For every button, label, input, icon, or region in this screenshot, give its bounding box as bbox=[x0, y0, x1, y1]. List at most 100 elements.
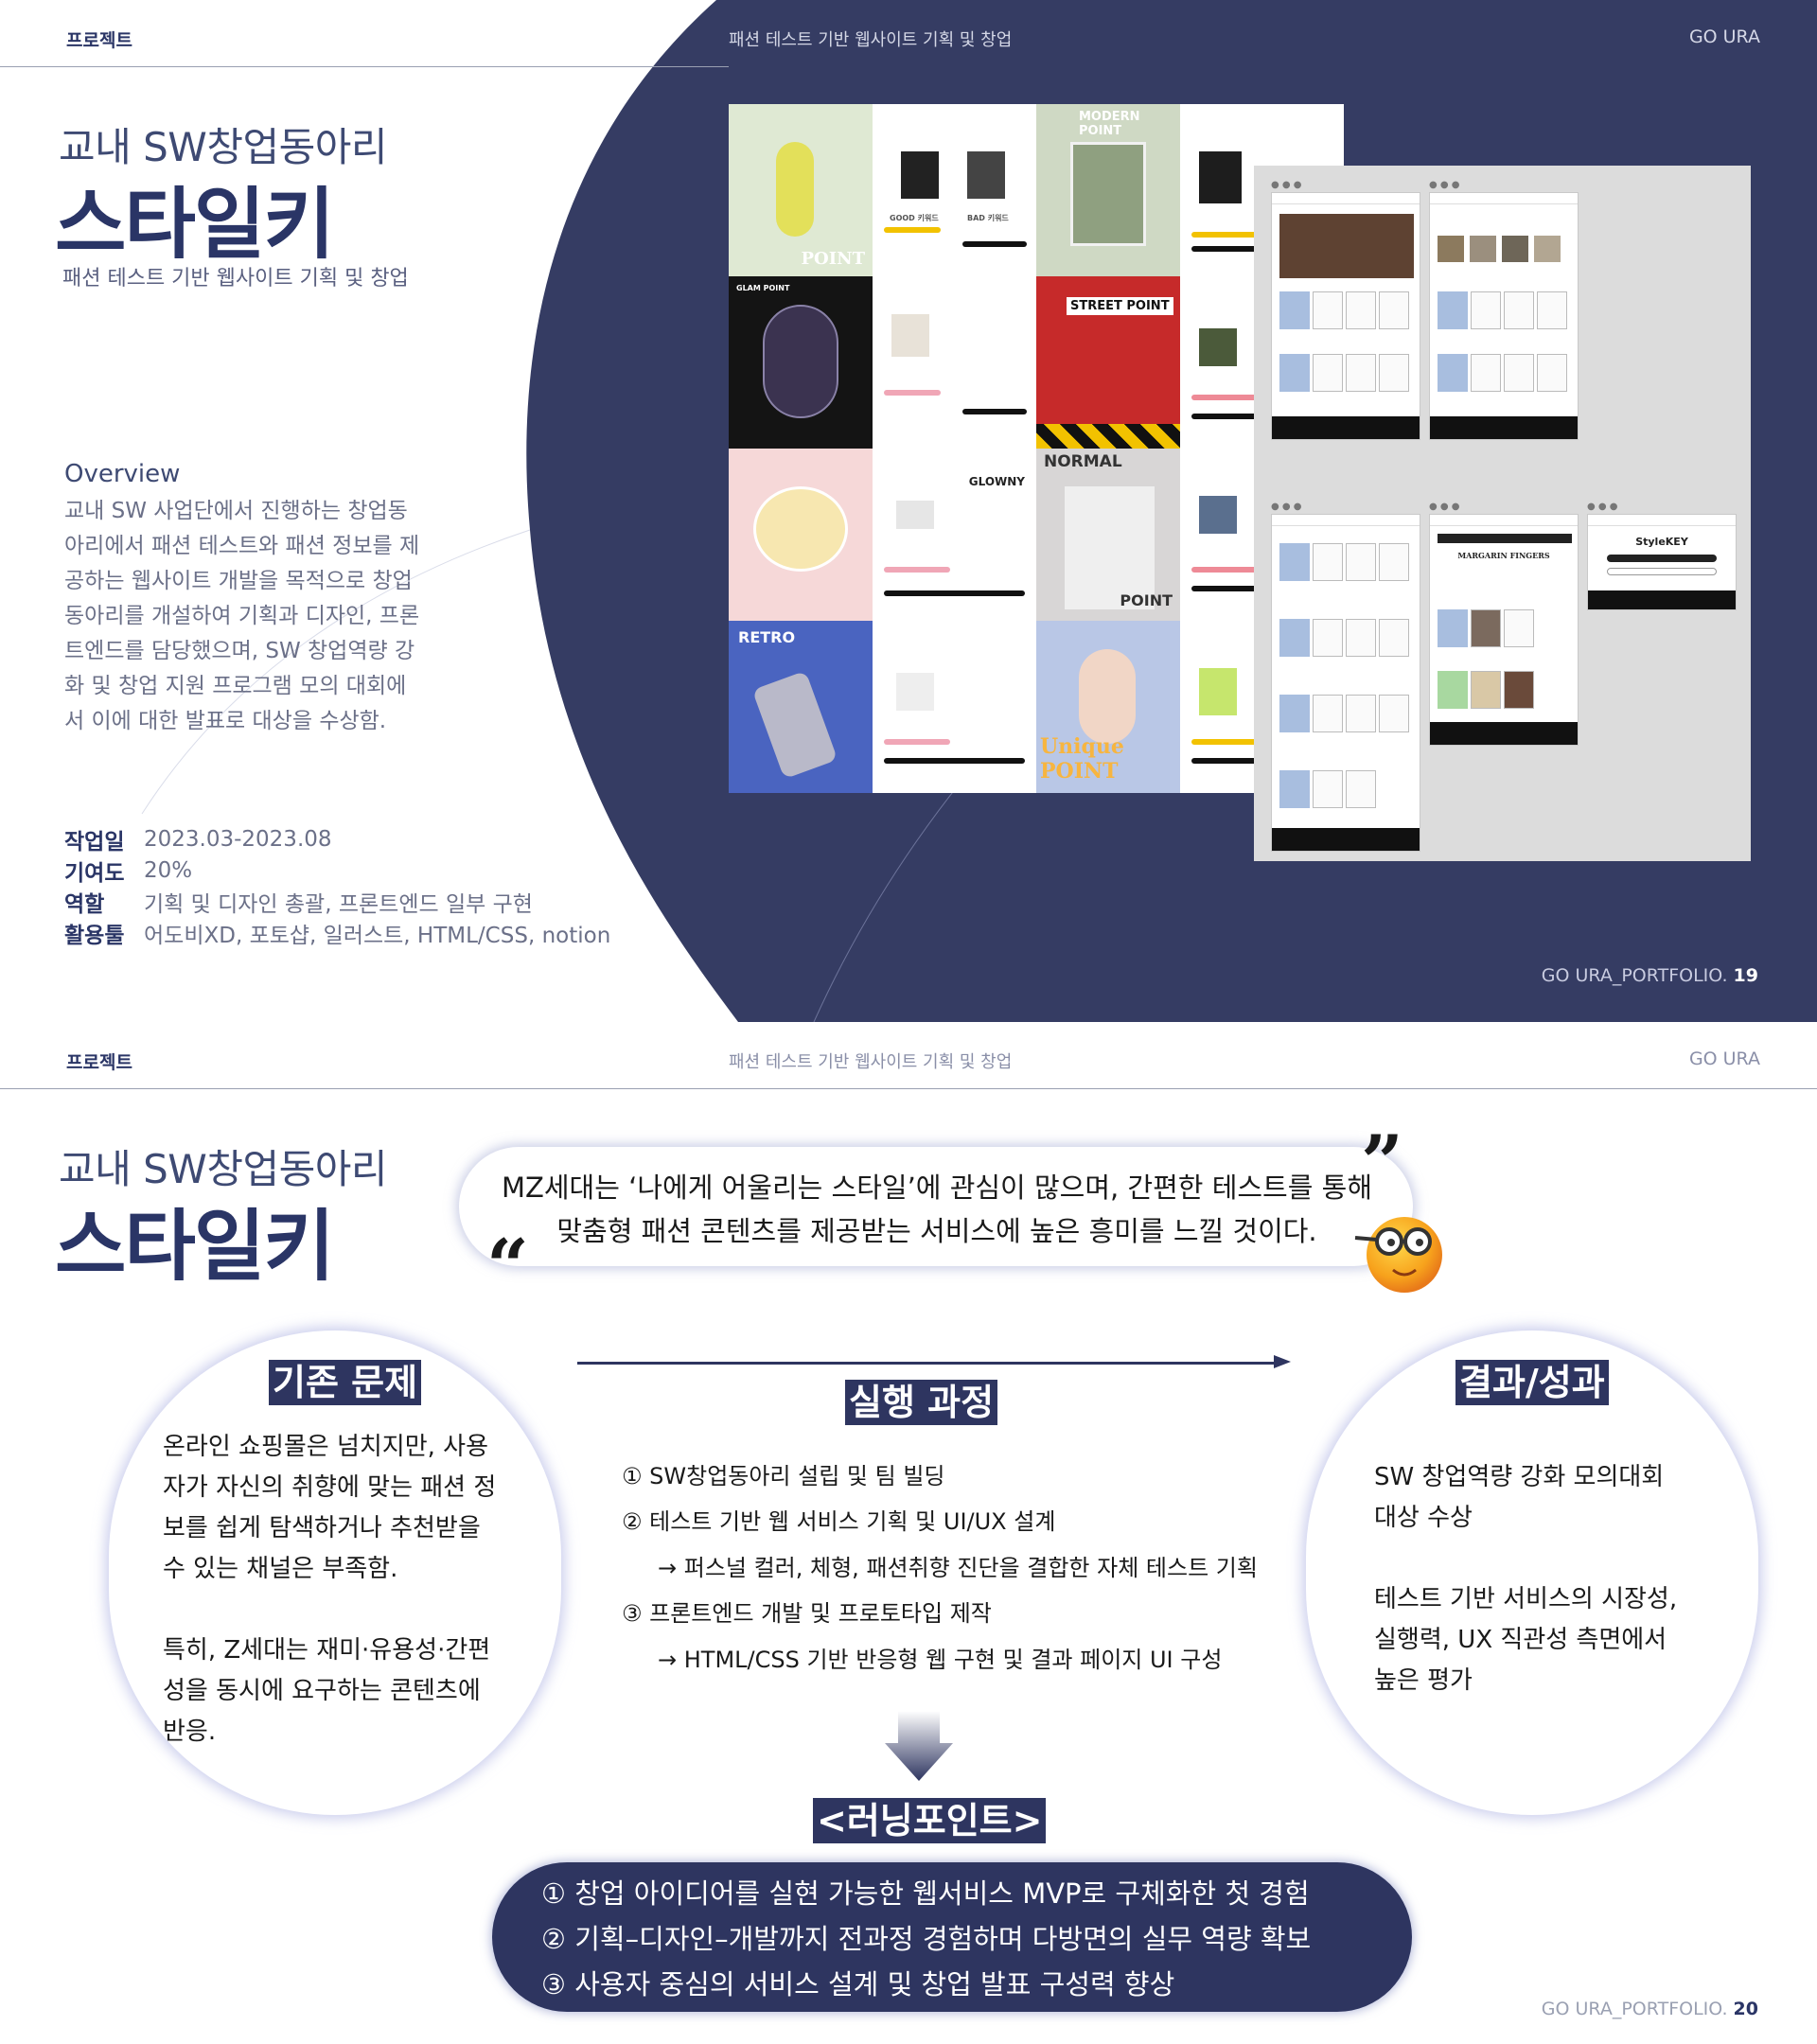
keyword-bar bbox=[884, 758, 1025, 764]
product-tile bbox=[1537, 354, 1567, 392]
process-step: ① SW창업동아리 설립 및 팀 빌딩 bbox=[622, 1463, 945, 1489]
keyword-bar bbox=[1191, 232, 1258, 238]
page-number: 20 bbox=[1733, 1999, 1758, 2019]
problem-line: 성을 동시에 요구하는 콘텐츠에 bbox=[163, 1677, 481, 1705]
mockup-login-page: StyleKEY bbox=[1587, 514, 1737, 610]
meta-row-role: 역할 기획 및 디자인 총괄, 프론트엔드 일부 구현 bbox=[64, 886, 610, 917]
collage-card-street: STREET POINT bbox=[1036, 276, 1180, 449]
mirror-shape bbox=[763, 305, 838, 418]
product-tile bbox=[1438, 354, 1468, 392]
bad-keyword-label: BAD 키워드 bbox=[967, 214, 1009, 222]
learning-point: ③ 사용자 중심의 서비스 설계 및 창업 발표 구성력 향상 bbox=[541, 1968, 1175, 2000]
footer-text: GO URA_PORTFOLIO. bbox=[1541, 1999, 1728, 2019]
product-tile bbox=[1279, 543, 1310, 581]
problem-line: 반응. bbox=[163, 1718, 217, 1746]
heart-frame bbox=[753, 486, 848, 572]
meta-value: 어도비XD, 포토샵, 일러스트, HTML/CSS, notion bbox=[144, 923, 611, 948]
product-tile bbox=[1504, 291, 1534, 329]
process-title: 실행 과정 bbox=[845, 1380, 998, 1425]
page-footer: GO URA_PORTFOLIO. 20 bbox=[1542, 1999, 1758, 2019]
meta-key: 역할 bbox=[64, 891, 105, 917]
product-tile bbox=[1346, 619, 1376, 657]
window-dots: ● ● ● bbox=[1587, 502, 1618, 512]
page-number: 19 bbox=[1733, 965, 1758, 986]
mockup-brand-page: MARGARIN FINGERS bbox=[1429, 514, 1579, 746]
project-meta: 작업일 2023.03-2023.08 기여도 20% 역할 기획 및 디자인 … bbox=[64, 823, 610, 948]
mockup-footer bbox=[1272, 828, 1420, 851]
product-tile bbox=[1504, 354, 1534, 392]
process-substep: → 퍼스널 컬러, 체형, 패션취향 진단을 결합한 자체 테스트 기획 bbox=[658, 1555, 1258, 1581]
product-tile bbox=[1313, 354, 1343, 392]
product-tile bbox=[1379, 354, 1409, 392]
product-tile bbox=[1346, 291, 1376, 329]
product-tile bbox=[1438, 291, 1468, 329]
product-tile bbox=[1537, 291, 1567, 329]
learning-point: ① 창업 아이디어를 실현 가능한 웹서비스 MVP로 구체화한 첫 경험 bbox=[541, 1877, 1310, 1910]
brand-name: MARGARIN FINGERS bbox=[1457, 551, 1550, 560]
product-tile bbox=[1379, 619, 1409, 657]
process-step: ② 테스트 기반 웹 서비스 기획 및 UI/UX 설계 bbox=[622, 1508, 1056, 1535]
item-shape bbox=[1199, 151, 1242, 203]
login-button bbox=[1607, 568, 1717, 575]
product-tile bbox=[1346, 770, 1376, 808]
card-label: MODERN POINT bbox=[1079, 110, 1140, 138]
header-tag: 프로젝트 bbox=[66, 1052, 132, 1073]
item-shape bbox=[1199, 496, 1237, 534]
card-label: RETRO bbox=[738, 628, 796, 646]
product-tile bbox=[1279, 770, 1310, 808]
keyword-bar bbox=[1191, 739, 1258, 745]
result-line: 실행력, UX 직관성 측면에서 bbox=[1374, 1626, 1667, 1654]
insight-quote: MZ세대는 ‘나에게 어울리는 스타일’에 관심이 많으며, 간편한 테스트를 … bbox=[459, 1147, 1413, 1266]
process-step: ③ 프론트엔드 개발 및 프로토타입 제작 bbox=[622, 1600, 992, 1627]
project-tagline: 패션 테스트 기반 웹사이트 기획 및 창업 bbox=[62, 267, 409, 291]
item-shape bbox=[896, 673, 934, 711]
process-substep: → HTML/CSS 기반 반응형 웹 구현 및 결과 페이지 UI 구성 bbox=[658, 1647, 1223, 1673]
meta-value: 20% bbox=[144, 857, 193, 883]
overview-line: 동아리를 개설하여 기획과 디자인, 프론 bbox=[64, 604, 420, 628]
product-tile bbox=[1471, 354, 1501, 392]
problem-title: 기존 문제 bbox=[269, 1360, 422, 1405]
meta-row-contribution: 기여도 20% bbox=[64, 855, 610, 886]
mockup-footer bbox=[1272, 416, 1420, 439]
overview-line: 아리에서 패션 테스트와 패션 정보를 제 bbox=[64, 534, 420, 558]
product-tile bbox=[1346, 354, 1376, 392]
footer-text: GO URA_PORTFOLIO. bbox=[1541, 965, 1728, 986]
right-arrow-icon bbox=[1274, 1355, 1291, 1368]
product-tile bbox=[1438, 609, 1468, 647]
collage-card-unique: Unique POINT bbox=[1036, 621, 1180, 793]
product-tile bbox=[1346, 695, 1376, 732]
product-tile bbox=[1504, 671, 1534, 709]
mockup-nav bbox=[1588, 515, 1736, 526]
product-tile bbox=[1279, 619, 1310, 657]
problem-line: 특히, Z세대는 재미·유용성·간편 bbox=[163, 1636, 491, 1665]
caution-tape bbox=[1036, 424, 1180, 449]
card-label: POINT bbox=[1120, 591, 1173, 609]
window-dots: ● ● ● bbox=[1271, 180, 1302, 190]
figure-shape bbox=[1079, 649, 1136, 744]
quote-line: MZ세대는 ‘나에게 어울리는 스타일’에 관심이 많으며, 간편한 테스트를 … bbox=[501, 1172, 1372, 1204]
mockup-nav bbox=[1430, 193, 1578, 204]
window-dots: ● ● ● bbox=[1429, 502, 1460, 512]
collage-card-active: POINT bbox=[729, 104, 873, 276]
header-divider bbox=[0, 66, 729, 67]
keyword-bar bbox=[1191, 395, 1258, 400]
product-tile bbox=[1313, 291, 1343, 329]
mockup-nav bbox=[1272, 193, 1420, 204]
result-text: SW 창업역량 강화 모의대회 대상 수상 테스트 기반 서비스의 시장성, 실… bbox=[1374, 1457, 1677, 1701]
window-dots: ● ● ● bbox=[1429, 180, 1460, 190]
item-shape bbox=[1199, 668, 1237, 715]
keyword-bar bbox=[884, 227, 941, 233]
header-center: 패션 테스트 기반 웹사이트 기획 및 창업 bbox=[729, 30, 1013, 50]
card-label: POINT bbox=[801, 249, 865, 269]
photo-frame bbox=[1070, 142, 1146, 246]
mockup-footer bbox=[1588, 590, 1736, 609]
collage-card-glam: GLAM POINT bbox=[729, 276, 873, 449]
item-shape bbox=[896, 501, 934, 529]
card-label: NORMAL bbox=[1044, 452, 1122, 471]
nerd-emoji-icon bbox=[1354, 1217, 1442, 1293]
mockup-nav bbox=[1272, 515, 1420, 526]
meta-key: 작업일 bbox=[64, 829, 125, 855]
window-dots: ● ● ● bbox=[1271, 502, 1302, 512]
problem-line: 수 있는 채널은 부족함. bbox=[163, 1555, 398, 1583]
item-shape bbox=[1199, 328, 1237, 366]
